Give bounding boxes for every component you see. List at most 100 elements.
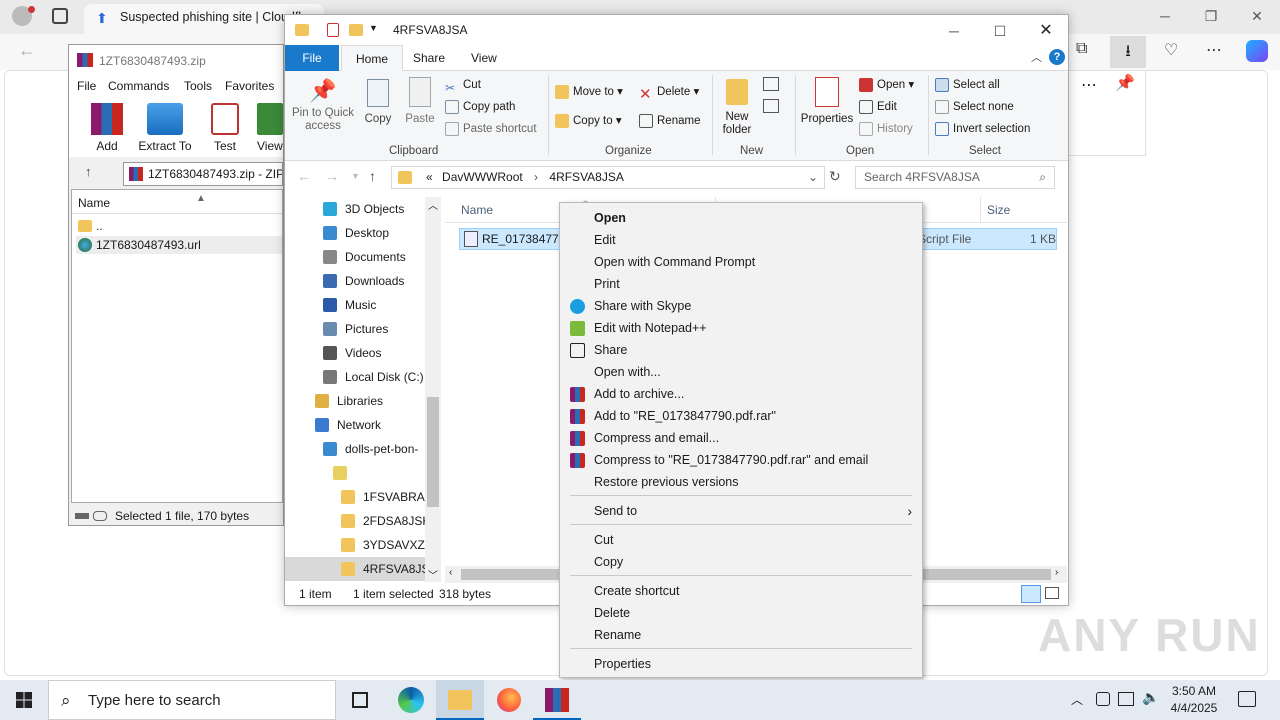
refresh-icon[interactable]: ↻ (829, 168, 841, 185)
nav-item[interactable] (285, 461, 441, 485)
nav-item[interactable]: 1FSVABRA (285, 485, 441, 509)
nav-item[interactable]: Pictures (285, 317, 441, 341)
nav-item[interactable]: 3D Objects (285, 197, 441, 221)
qat-dropdown-icon[interactable]: ▼ (369, 23, 378, 33)
collapse-ribbon-icon[interactable]: ︿ (1031, 49, 1042, 65)
clock[interactable]: 3:50 AM 4/4/2025 (1164, 683, 1224, 717)
tab-share[interactable]: Share (399, 45, 459, 71)
tab-file[interactable]: File (285, 45, 339, 71)
scroll-left-icon[interactable]: ‹ (449, 567, 452, 578)
winrar-menu-tools[interactable]: Tools (184, 79, 212, 93)
edge-close-button[interactable]: ✕ (1234, 0, 1280, 32)
easy-access-icon[interactable] (763, 99, 779, 113)
explorer-minimize-button[interactable]: ─ (931, 15, 977, 47)
edge-maximize-button[interactable]: ❐ (1188, 0, 1234, 32)
copy-button[interactable]: Copy (359, 75, 397, 125)
menu-item[interactable]: Open with... (560, 361, 922, 383)
menu-item[interactable]: Add to "RE_0173847790.pdf.rar" (560, 405, 922, 427)
forward-icon[interactable]: → (325, 168, 339, 184)
scroll-down-icon[interactable]: ﹀ (428, 567, 438, 582)
move-to-button[interactable]: Move to ▾ (555, 82, 623, 102)
edit-button[interactable]: Edit (859, 97, 897, 117)
winrar-test-button[interactable]: Test (205, 103, 245, 153)
menu-item[interactable]: Compress and email... (560, 427, 922, 449)
show-hidden-icons-icon[interactable]: ︿ (1071, 691, 1083, 708)
winrar-add-button[interactable]: Add (87, 103, 127, 153)
nav-item[interactable]: 2FDSA8JSKA (285, 509, 441, 533)
winrar-menu-commands[interactable]: Commands (108, 79, 169, 93)
nav-item[interactable]: Documents (285, 245, 441, 269)
menu-item[interactable]: Delete (560, 602, 922, 624)
properties-button[interactable]: Properties (799, 75, 855, 125)
volume-icon[interactable]: 🔈 (1142, 689, 1159, 706)
cut-button[interactable]: ✂ Cut (445, 75, 481, 95)
scroll-right-icon[interactable]: › (1055, 567, 1058, 578)
paste-shortcut-button[interactable]: Paste shortcut (445, 119, 537, 139)
menu-item[interactable]: Rename (560, 624, 922, 646)
rename-button[interactable]: Rename (639, 111, 700, 131)
history-button[interactable]: History (859, 119, 913, 139)
menu-item[interactable]: Open with Command Prompt (560, 251, 922, 273)
nav-item[interactable]: Network (285, 413, 441, 437)
menu-item[interactable]: Share with Skype (560, 295, 922, 317)
back-icon[interactable]: ← (297, 168, 311, 184)
winrar-extract-button[interactable]: Extract To (137, 103, 193, 153)
open-button[interactable]: Open ▾ (859, 75, 914, 95)
menu-item[interactable]: Add to archive... (560, 383, 922, 405)
menu-item[interactable]: Properties (560, 653, 922, 675)
meet-now-icon[interactable] (1096, 692, 1110, 706)
notifications-icon[interactable] (1238, 691, 1256, 707)
ellipsis-icon[interactable]: ⋯ (1081, 75, 1097, 95)
nav-scrollbar[interactable]: ︿ ﹀ (425, 197, 441, 582)
nav-item[interactable]: dolls-pet-bon- (285, 437, 441, 461)
select-all-button[interactable]: Select all (935, 75, 1000, 95)
nav-item[interactable]: Videos (285, 341, 441, 365)
taskbar-search[interactable]: ⌕ Type here to search (48, 680, 336, 720)
nav-item[interactable]: Music (285, 293, 441, 317)
taskbar-firefox[interactable] (485, 680, 533, 720)
address-dropdown-icon[interactable]: ⌄ (808, 167, 818, 188)
copy-path-button[interactable]: Copy path (445, 97, 515, 117)
edge-minimize-button[interactable]: ─ (1142, 0, 1188, 32)
breadcrumb-current[interactable]: 4RFSVA8JSA (549, 170, 623, 184)
menu-item[interactable]: Edit (560, 229, 922, 251)
help-icon[interactable]: ? (1049, 49, 1065, 65)
breadcrumb-davwwwroot[interactable]: DavWWWRoot (442, 170, 523, 184)
start-button[interactable] (0, 680, 48, 720)
paste-button[interactable]: Paste (401, 75, 439, 125)
menu-item[interactable]: Create shortcut (560, 580, 922, 602)
winrar-view-button[interactable]: View (257, 103, 287, 153)
col-size[interactable]: Size (987, 203, 1010, 217)
nav-item[interactable]: Libraries (285, 389, 441, 413)
list-item[interactable]: .. (76, 218, 280, 236)
select-none-button[interactable]: Select none (935, 97, 1014, 117)
winrar-col-header[interactable]: Name ▲ (72, 192, 282, 214)
invert-selection-button[interactable]: Invert selection (935, 119, 1030, 139)
downloads-icon[interactable]: ⭳ (1110, 36, 1146, 68)
recent-icon[interactable]: ▼ (351, 171, 360, 181)
winrar-menu-favorites[interactable]: Favorites (225, 79, 274, 93)
large-icons-view-icon[interactable] (1045, 587, 1059, 599)
new-folder-button[interactable]: New folder (717, 75, 757, 137)
explorer-close-button[interactable]: ✕ (1023, 15, 1069, 47)
up-icon[interactable]: ↑ (369, 168, 376, 184)
menu-item[interactable]: Print (560, 273, 922, 295)
menu-item[interactable]: Compress to "RE_0173847790.pdf.rar" and … (560, 449, 922, 471)
scroll-up-icon[interactable]: ︿ (428, 197, 438, 212)
up-arrow-icon[interactable]: ↑ (85, 164, 92, 179)
tab-home[interactable]: Home (341, 45, 404, 71)
tab-view[interactable]: View (457, 45, 511, 71)
menu-item[interactable]: Edit with Notepad++ (560, 317, 922, 339)
nav-item[interactable]: Desktop (285, 221, 441, 245)
explorer-maximize-button[interactable]: ☐ (977, 15, 1023, 47)
properties-qat-icon[interactable] (327, 23, 339, 37)
task-view-button[interactable] (336, 680, 384, 720)
menu-item[interactable]: Copy (560, 551, 922, 573)
nav-item[interactable]: Local Disk (C:) (285, 365, 441, 389)
col-name[interactable]: Name (461, 203, 493, 217)
search-field[interactable]: Search 4RFSVA8JSA ⌕ (855, 166, 1055, 189)
health-icon[interactable]: ♡ (1164, 40, 1178, 60)
more-icon[interactable]: ⋯ (1206, 40, 1222, 60)
nav-item[interactable]: 3YDSAVXZA (285, 533, 441, 557)
taskbar-explorer[interactable] (436, 680, 484, 720)
